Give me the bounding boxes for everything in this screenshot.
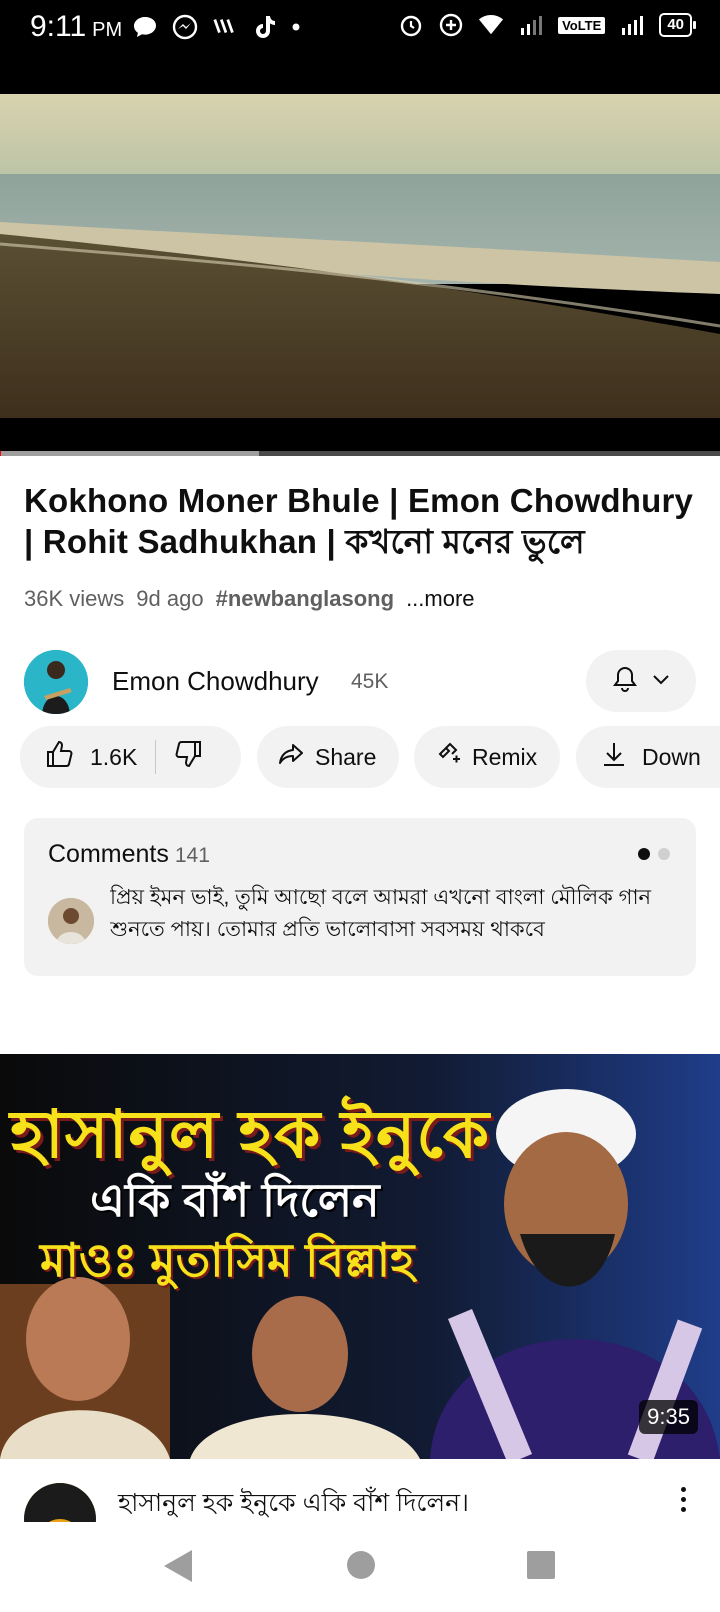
chevron-down-icon <box>650 668 672 695</box>
system-nav-bar <box>0 1522 720 1612</box>
battery-icon: 40 <box>659 13 696 37</box>
thumbnail-speaker: মাওঃ মুতাসিম বিল্লাহ <box>40 1234 415 1286</box>
download-label: Down <box>642 743 701 770</box>
more-link[interactable]: ...more <box>406 586 474 612</box>
video-progress-bar[interactable] <box>0 451 720 456</box>
next-video-thumbnail[interactable]: হাসানুল হক ইনুকে একি বাঁশ দিলেন মাওঃ মুত… <box>0 1054 720 1459</box>
next-video-row[interactable]: হাসানুল হক ইনুকে একি বাঁশ দিলেন। <box>0 1459 720 1555</box>
subscriber-count: 45K <box>351 670 389 693</box>
buffered-bar <box>0 451 260 456</box>
share-icon <box>277 740 305 774</box>
signal-icon <box>518 12 544 38</box>
subscription-bell-button[interactable] <box>586 650 696 712</box>
pill-divider <box>155 740 157 774</box>
commenter-avatar <box>48 898 94 944</box>
recents-icon[interactable] <box>526 1550 556 1585</box>
bell-icon <box>610 664 640 699</box>
carousel-dot <box>658 848 670 860</box>
duration-badge: 9:35 <box>639 1400 698 1434</box>
top-comment-text: প্রিয় ইমন ভাই, তুমি আছো বলে আমরা এখনো ব… <box>110 886 652 941</box>
dislike-button[interactable] <box>172 738 204 776</box>
like-count: 1.6K <box>90 743 138 770</box>
more-dot-icon <box>292 14 300 40</box>
upload-age: 9d ago <box>136 586 204 611</box>
wifi-calling-icon <box>212 14 238 40</box>
hashtag-link[interactable]: #newbanglasong <box>216 586 394 612</box>
alarm-icon <box>398 12 424 38</box>
video-title[interactable]: Kokhono Moner Bhule | Emon Chowdhury | R… <box>24 480 696 562</box>
remix-icon <box>434 740 462 774</box>
comments-heading: Comments 141 <box>48 840 210 868</box>
view-count: 36K views <box>24 586 125 611</box>
volte-badge: VoLTE <box>558 16 606 34</box>
channel-avatar[interactable] <box>24 650 88 714</box>
comments-count: 141 <box>174 844 210 867</box>
download-icon <box>600 740 628 774</box>
thumbs-down-icon <box>172 741 204 775</box>
carousel-dots <box>638 848 670 860</box>
action-bar: 1.6K Share Remix Down <box>20 726 720 788</box>
video-frame[interactable] <box>0 94 720 418</box>
signal-2-icon <box>619 12 645 38</box>
video-info-sheet: Kokhono Moner Bhule | Emon Chowdhury | R… <box>0 458 720 1058</box>
more-options-icon[interactable] <box>681 1487 686 1512</box>
remix-label: Remix <box>472 743 538 770</box>
thumbs-up-icon <box>44 738 76 776</box>
status-bar: 9:11 PM VoLTE 40 <box>0 0 720 56</box>
wifi-icon <box>478 12 504 38</box>
next-video-title[interactable]: হাসানুল হক ইনুকে একি বাঁশ দিলেন। <box>118 1483 469 1526</box>
channel-name[interactable]: Emon Chowdhury <box>112 666 319 697</box>
download-button[interactable]: Down <box>576 726 720 788</box>
chat-bubble-icon <box>132 14 158 40</box>
channel-row[interactable]: Emon Chowdhury 45K <box>24 650 696 714</box>
comments-card[interactable]: Comments 141 প্রিয় ইমন ভাই, তুমি আছো বলে… <box>24 818 696 976</box>
played-bar <box>0 451 2 456</box>
remix-button[interactable]: Remix <box>414 726 560 788</box>
share-button[interactable]: Share <box>257 726 399 788</box>
home-icon[interactable] <box>346 1550 376 1585</box>
carousel-dot-active <box>638 848 650 860</box>
like-button[interactable]: 1.6K <box>20 738 137 776</box>
like-dislike-pill: 1.6K <box>20 726 241 788</box>
video-player[interactable] <box>0 56 720 456</box>
tiktok-icon <box>252 14 278 40</box>
share-label: Share <box>315 743 377 770</box>
messenger-icon <box>172 14 198 40</box>
data-saver-icon <box>438 12 464 38</box>
back-icon[interactable] <box>162 1548 194 1589</box>
status-time: 9:11 PM <box>30 10 123 43</box>
video-meta[interactable]: 36K views 9d ago #newbanglasong ...more <box>24 586 475 612</box>
